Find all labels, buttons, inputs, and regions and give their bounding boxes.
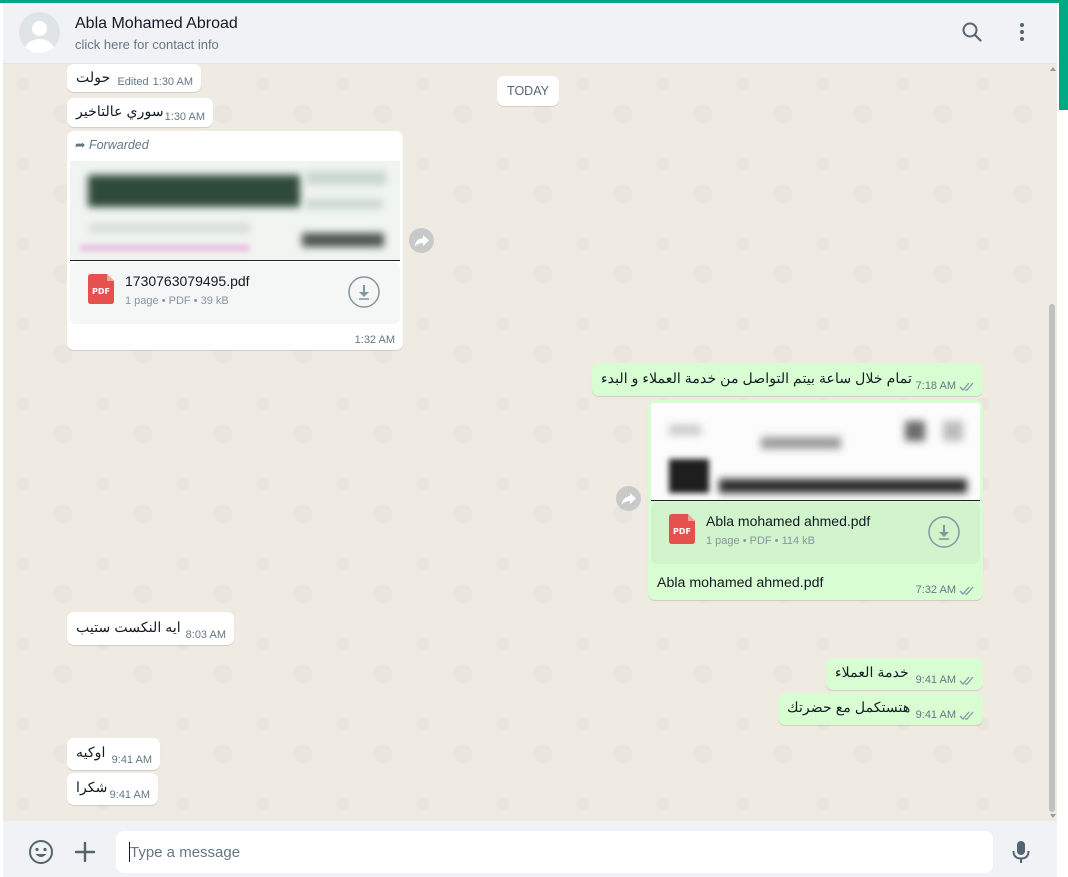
message-time: 9:41 AM bbox=[111, 754, 152, 766]
message-text: هتستكمل مع حضرتك bbox=[787, 700, 911, 716]
message-outgoing[interactable]: هتستكمل مع حضرتك 9:41 AM bbox=[778, 693, 983, 725]
thumbnail-blur-block bbox=[669, 425, 701, 435]
svg-text:PDF: PDF bbox=[92, 287, 110, 296]
message-outgoing[interactable]: خدمة العملاء 9:41 AM bbox=[826, 658, 983, 690]
message-incoming[interactable]: شكرا 9:41 AM bbox=[67, 773, 158, 805]
message-meta: 9:41 AM bbox=[916, 674, 975, 686]
day-separator: TODAY bbox=[497, 76, 559, 106]
message-time: 9:41 AM bbox=[915, 709, 956, 721]
message-text: اوكيه bbox=[76, 745, 106, 761]
download-icon[interactable] bbox=[928, 516, 960, 548]
thumbnail-blur-block bbox=[90, 223, 250, 233]
contact-name[interactable]: Abla Mohamed Abroad bbox=[75, 15, 238, 33]
forward-arrow-icon: ➦ bbox=[75, 138, 86, 152]
forward-icon bbox=[621, 493, 636, 505]
message-incoming[interactable]: سوري عالتاخير 1:30 AM bbox=[67, 98, 213, 127]
contact-info-hint[interactable]: click here for contact info bbox=[75, 37, 219, 52]
thumbnail-blur-block bbox=[943, 421, 963, 441]
scroll-down-arrow[interactable] bbox=[1050, 814, 1056, 818]
read-ticks-icon bbox=[959, 586, 974, 595]
composer-bar bbox=[3, 821, 1057, 877]
message-incoming[interactable]: ايه النكست ستيب 8:03 AM bbox=[67, 612, 234, 645]
scrollbar[interactable] bbox=[1048, 64, 1057, 821]
document-name: 1730763079495.pdf bbox=[125, 273, 250, 289]
search-icon[interactable] bbox=[960, 20, 984, 44]
message-list[interactable]: TODAY حولت Edited 1:30 AM سوري عالتاخير 1… bbox=[3, 64, 1057, 821]
message-time: 9:41 AM bbox=[109, 789, 150, 801]
read-ticks-icon bbox=[959, 711, 974, 720]
message-text: سوري عالتاخير bbox=[76, 104, 164, 120]
read-ticks-icon bbox=[959, 676, 974, 685]
document-thumbnail[interactable] bbox=[651, 403, 980, 501]
thumbnail-blur-block bbox=[88, 175, 300, 207]
thumbnail-blur-block bbox=[669, 459, 709, 493]
message-text: تمام خلال ساعة بيتم التواصل من خدمة العم… bbox=[601, 371, 912, 387]
message-meta: 9:41 AM bbox=[110, 789, 150, 801]
scroll-up-arrow[interactable] bbox=[1050, 67, 1056, 71]
scrollbar-thumb[interactable] bbox=[1049, 304, 1055, 812]
message-meta: 9:41 AM bbox=[916, 709, 975, 721]
message-meta: 7:18 AM bbox=[916, 380, 975, 392]
message-text: خدمة العملاء bbox=[835, 665, 909, 681]
plus-icon[interactable] bbox=[72, 839, 98, 865]
forwarded-label: ➦ Forwarded bbox=[75, 137, 149, 152]
message-outgoing-document[interactable]: PDF Abla mohamed ahmed.pdf 1 page • PDF … bbox=[648, 400, 983, 600]
avatar-shoulders bbox=[25, 39, 54, 53]
right-accent-bar bbox=[1059, 0, 1068, 110]
text-caret bbox=[129, 842, 130, 862]
message-input[interactable] bbox=[116, 831, 993, 873]
thumbnail-blur-block bbox=[306, 199, 382, 209]
edited-label: Edited bbox=[117, 76, 149, 88]
avatar-head bbox=[32, 21, 47, 36]
message-meta: 7:32 AM bbox=[916, 584, 975, 596]
read-ticks-icon bbox=[959, 382, 974, 391]
forward-icon bbox=[414, 235, 429, 247]
document-info: 1 page • PDF • 114 kB bbox=[706, 535, 816, 547]
message-time: 7:32 AM bbox=[915, 584, 956, 596]
emoji-icon[interactable] bbox=[28, 839, 54, 865]
message-incoming-document[interactable]: ➦ Forwarded PDF 1730763079495.pdf 1 page… bbox=[67, 131, 403, 350]
thumbnail-blur-block bbox=[761, 437, 841, 449]
forwarded-text: Forwarded bbox=[88, 138, 149, 152]
message-outgoing[interactable]: تمام خلال ساعة بيتم التواصل من خدمة العم… bbox=[592, 363, 983, 396]
thumbnail-blur-block bbox=[80, 245, 250, 251]
message-time: 7:18 AM bbox=[915, 380, 956, 392]
document-row[interactable]: PDF 1730763079495.pdf 1 page • PDF • 39 … bbox=[70, 262, 400, 324]
svg-text:PDF: PDF bbox=[673, 527, 691, 536]
message-incoming[interactable]: حولت Edited 1:30 AM bbox=[67, 64, 201, 92]
thumbnail-blur-block bbox=[302, 233, 384, 247]
message-text: حولت bbox=[76, 70, 111, 86]
message-meta: 1:30 AM bbox=[165, 111, 205, 123]
chat-window: Abla Mohamed Abroad click here for conta… bbox=[3, 3, 1057, 877]
chat-header[interactable]: Abla Mohamed Abroad click here for conta… bbox=[3, 3, 1057, 64]
document-thumbnail[interactable] bbox=[70, 161, 400, 261]
message-time: 1:30 AM bbox=[152, 76, 193, 88]
message-meta: 1:32 AM bbox=[355, 334, 395, 346]
document-caption: Abla mohamed ahmed.pdf bbox=[657, 575, 824, 591]
message-meta: 8:03 AM bbox=[186, 629, 226, 641]
message-time: 9:41 AM bbox=[915, 674, 956, 686]
document-row[interactable]: PDF Abla mohamed ahmed.pdf 1 page • PDF … bbox=[651, 502, 980, 564]
pdf-icon: PDF bbox=[669, 514, 695, 544]
menu-icon[interactable] bbox=[1010, 20, 1034, 44]
thumbnail-blur-block bbox=[905, 421, 925, 441]
document-name: Abla mohamed ahmed.pdf bbox=[706, 513, 871, 529]
forward-button[interactable] bbox=[409, 228, 434, 253]
message-incoming[interactable]: اوكيه 9:41 AM bbox=[67, 738, 160, 770]
message-time: 8:03 AM bbox=[185, 629, 226, 641]
message-meta: Edited 1:30 AM bbox=[117, 76, 193, 88]
microphone-icon[interactable] bbox=[1008, 839, 1034, 865]
pdf-icon: PDF bbox=[88, 274, 114, 304]
thumbnail-blur-block bbox=[306, 171, 386, 185]
message-time: 1:32 AM bbox=[354, 334, 395, 346]
avatar[interactable] bbox=[19, 12, 60, 53]
message-text: شكرا bbox=[76, 780, 108, 796]
forward-button[interactable] bbox=[616, 486, 641, 511]
thumbnail-blur-block bbox=[719, 479, 967, 493]
message-meta: 9:41 AM bbox=[112, 754, 152, 766]
message-text: ايه النكست ستيب bbox=[76, 620, 181, 636]
message-time: 1:30 AM bbox=[164, 111, 205, 123]
download-icon[interactable] bbox=[348, 276, 380, 308]
document-info: 1 page • PDF • 39 kB bbox=[125, 295, 229, 307]
